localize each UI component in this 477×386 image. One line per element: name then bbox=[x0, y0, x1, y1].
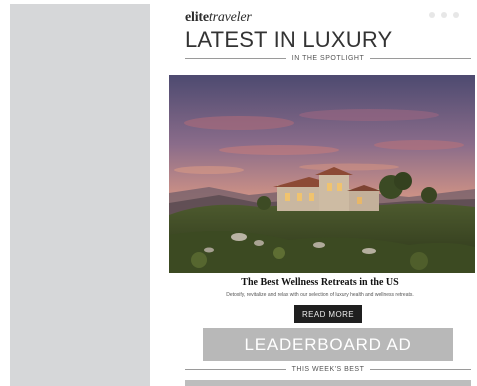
leaderboard-ad[interactable]: LEADERBOARD AD bbox=[203, 328, 453, 361]
divider-line bbox=[185, 57, 286, 59]
read-more-button[interactable]: READ MORE bbox=[294, 305, 362, 323]
divider-line bbox=[185, 368, 286, 370]
article-description: Detoxify, revitalize and relax with our … bbox=[226, 292, 414, 298]
elite-traveler-logo[interactable]: elitetraveler bbox=[185, 10, 252, 26]
hero-image[interactable] bbox=[169, 75, 475, 273]
divider-line bbox=[370, 368, 471, 370]
spotlight-divider: IN THE SPOTLIGHT bbox=[185, 53, 471, 63]
social-icons bbox=[429, 12, 459, 18]
left-gray-panel bbox=[10, 4, 150, 386]
logo-part-traveler: traveler bbox=[208, 10, 252, 25]
social-icon[interactable] bbox=[453, 12, 459, 18]
spotlight-label: IN THE SPOTLIGHT bbox=[291, 54, 365, 62]
weekly-best-label: THIS WEEK'S BEST bbox=[291, 365, 365, 373]
next-image-peek bbox=[185, 380, 471, 386]
divider-line bbox=[370, 57, 471, 59]
social-icon[interactable] bbox=[441, 12, 447, 18]
page-headline: LATEST IN LUXURY bbox=[185, 27, 393, 52]
newsletter-preview: elitetraveler LATEST IN LUXURY IN THE SP… bbox=[163, 0, 477, 386]
logo-part-elite: elite bbox=[185, 10, 209, 25]
villa-sunset-photo bbox=[169, 75, 475, 273]
article-title[interactable]: The Best Wellness Retreats in the US bbox=[163, 277, 477, 288]
weekly-divider: THIS WEEK'S BEST bbox=[185, 364, 471, 374]
social-icon[interactable] bbox=[429, 12, 435, 18]
